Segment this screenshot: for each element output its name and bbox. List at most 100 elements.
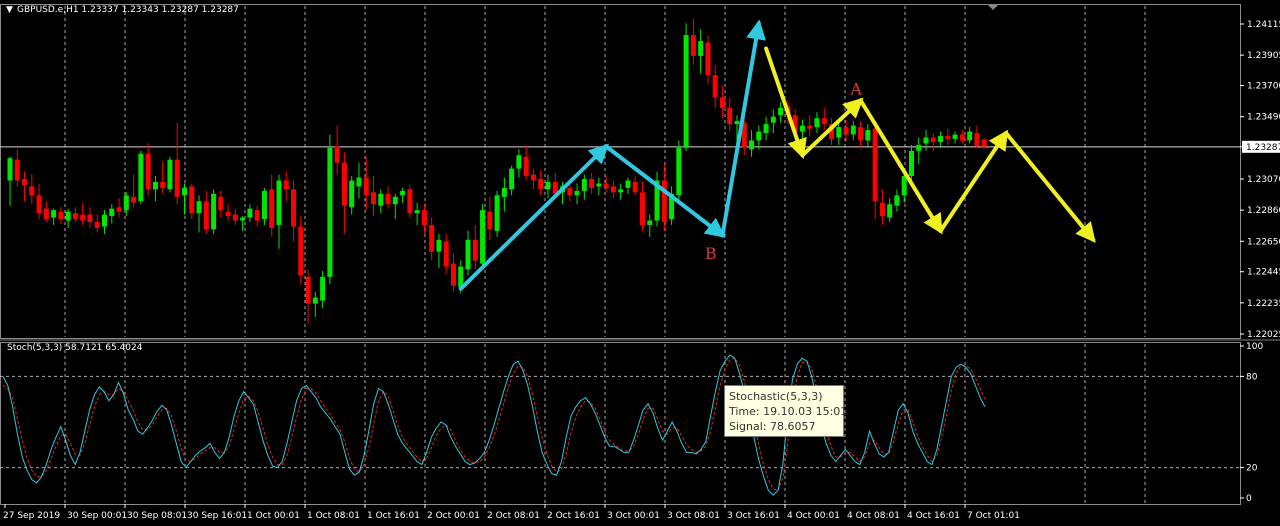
wave-label-a: A: [849, 80, 862, 99]
candle-body: [538, 179, 544, 190]
x-tick-label: 30 Sep 00:01: [67, 511, 127, 521]
candle-body: [400, 190, 406, 196]
candle-body: [320, 276, 326, 301]
candle-body: [574, 190, 580, 196]
x-tick-label: 1 Oct 00:01: [247, 511, 300, 521]
x-tick-label: 4 Oct 16:01: [907, 511, 960, 521]
indicator-header: Stoch(5,3,3) 58.7121 65.4024: [7, 343, 143, 353]
candle-body: [145, 153, 151, 190]
candle-body: [51, 210, 57, 218]
candle-body: [152, 181, 158, 190]
candle-body: [371, 192, 376, 205]
wave-arrow-yellow: [858, 98, 943, 235]
y-tick-label: 1.22445: [1247, 268, 1280, 278]
symbol-dropdown-icon[interactable]: ▼: [6, 5, 13, 15]
candle-body: [160, 181, 166, 188]
wave-arrow-yellow: [764, 46, 807, 160]
candle-body: [501, 187, 507, 197]
candle-body: [530, 174, 536, 181]
candle-body: [14, 159, 20, 181]
x-tick-label: 7 Oct 01:01: [967, 511, 1020, 521]
y-tick-label: 1.22025: [1247, 330, 1280, 340]
candle-body: [291, 189, 297, 227]
candle-body: [94, 222, 100, 228]
chart-shift-marker: [987, 4, 999, 10]
candle-body: [959, 134, 965, 141]
candle-body: [276, 180, 282, 225]
candle-body: [683, 35, 689, 148]
candle-body: [363, 177, 369, 196]
tooltip-signal: Signal: 78.6057: [729, 420, 816, 433]
candle-body: [58, 211, 64, 220]
x-tick-label: 3 Oct 08:01: [667, 511, 720, 521]
symbol-header: GBPUSD.e,H1 1.23337 1.23343 1.23287 1.23…: [17, 5, 239, 15]
candle-body: [778, 107, 784, 116]
candle-body: [174, 159, 180, 197]
candle-body: [429, 224, 435, 252]
candle-body: [349, 180, 355, 208]
candle-body: [821, 118, 827, 125]
candle-body: [378, 193, 384, 206]
x-tick-label: 27 Sep 2019: [3, 511, 60, 521]
candle-body: [298, 226, 304, 276]
candle-body: [480, 210, 486, 264]
y-tick-label: 1.23490: [1247, 113, 1280, 123]
candle-body: [494, 195, 500, 231]
candle-body: [22, 179, 28, 185]
candle-body: [305, 276, 311, 304]
candle-body: [814, 118, 820, 128]
candle-body: [43, 208, 49, 220]
x-tick-label: 30 Sep 16:01: [187, 511, 247, 521]
tooltip-time: Time: 19.10.03 15:01: [729, 405, 848, 418]
stoch-y-tick-label: 0: [1246, 494, 1252, 504]
candle-body: [938, 135, 944, 142]
candle-body: [138, 153, 144, 202]
window-splitter: [0, 339, 1280, 341]
candle-body: [610, 186, 616, 193]
candle-body: [763, 124, 769, 134]
candle-body: [458, 266, 464, 288]
candle-body: [407, 189, 413, 214]
wave-arrow-blue: [720, 19, 766, 238]
chart-canvas[interactable]: 27 Sep 2019 30 Sep 00:01 30 Sep 08:01 30 Se…: [0, 0, 1280, 526]
wave-arrow-yellow: [1003, 131, 1096, 243]
candle-body: [80, 214, 86, 221]
candle-body: [392, 196, 398, 205]
candle-body: [639, 192, 645, 225]
candle-body: [690, 35, 696, 56]
candle-body: [232, 214, 238, 221]
candle-body: [72, 213, 78, 220]
candle-body: [567, 187, 573, 196]
candle-body: [749, 140, 755, 150]
candle-body: [181, 187, 187, 196]
candle-body: [698, 41, 704, 56]
stoch-y-tick-label: 80: [1246, 372, 1258, 382]
candle-body: [341, 162, 347, 206]
candle-body: [196, 201, 202, 214]
candle-body: [581, 179, 587, 191]
wave-label-b: B: [705, 244, 717, 263]
candle-body: [647, 220, 653, 225]
y-tick-label: 1.22860: [1247, 206, 1280, 216]
candle-body: [967, 131, 973, 141]
candle-body: [203, 201, 209, 230]
bid-price-label: 1.23287: [1246, 143, 1280, 153]
candle-body: [894, 195, 900, 206]
x-tick-label: 2 Oct 00:01: [427, 511, 480, 521]
y-tick-label: 1.24115: [1247, 20, 1280, 30]
candle-body: [327, 147, 333, 277]
stoch-y-tick-label: 100: [1246, 342, 1263, 352]
wave-arrow-yellow: [938, 129, 1009, 233]
candle-body: [727, 107, 733, 125]
candle-body: [436, 239, 442, 252]
candle-body: [414, 210, 420, 214]
candle-body: [356, 177, 362, 187]
candle-body: [974, 133, 980, 147]
candle-body: [923, 137, 929, 144]
candle-body: [596, 183, 602, 187]
candle-body: [625, 180, 631, 188]
candle-body: [945, 135, 951, 139]
candle-body: [719, 97, 725, 108]
candle-body: [283, 180, 289, 190]
candle-body: [312, 297, 318, 304]
